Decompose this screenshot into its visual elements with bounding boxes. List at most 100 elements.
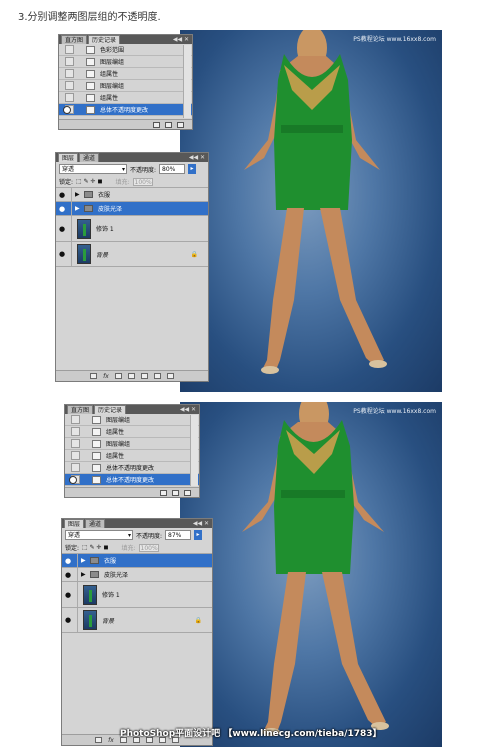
new-document-icon[interactable]	[153, 121, 160, 128]
group-icon[interactable]	[140, 373, 148, 379]
snapshot-checkbox[interactable]	[65, 45, 74, 54]
history-footer	[65, 487, 199, 497]
snapshot-checkbox[interactable]	[71, 439, 80, 448]
history-step-icon	[92, 439, 101, 448]
lock-row: 锁定: ⬚ ✎ ✛ ◼ 填充: 100%	[62, 542, 212, 553]
scrollbar[interactable]	[183, 45, 191, 118]
tab-histogram[interactable]: 直方图	[67, 405, 94, 414]
panel-header: 直方图 历史记录 ◀◀ ✕	[65, 405, 199, 414]
history-step-icon	[92, 415, 101, 424]
history-item[interactable]: 图层编组	[59, 56, 192, 68]
layer-group-clothes-selected[interactable]: ● ▶ 衣服	[62, 553, 212, 567]
opacity-label: 不透明度:	[136, 532, 163, 540]
history-item[interactable]: 图层编组	[59, 80, 192, 92]
opacity-slider-button[interactable]: ▸	[188, 164, 197, 174]
tab-histogram[interactable]: 直方图	[61, 35, 88, 44]
panel-header: 直方图 历史记录 ◀◀ ✕	[59, 35, 192, 44]
expand-triangle-icon[interactable]: ▶	[75, 205, 81, 212]
lock-buttons[interactable]: ⬚ ✎ ✛ ◼	[82, 544, 108, 551]
fx-icon[interactable]: fx	[103, 373, 109, 380]
opacity-input[interactable]: 80%	[159, 164, 186, 174]
eye-icon[interactable]: ●	[59, 225, 69, 233]
tab-layers[interactable]: 图层	[64, 519, 85, 528]
layer-thumbnail	[77, 244, 91, 264]
tab-layers[interactable]: 图层	[58, 153, 79, 162]
expand-triangle-icon[interactable]: ▶	[75, 191, 81, 198]
layer-retouch[interactable]: ● 修饰 1	[62, 581, 212, 607]
opacity-slider-button[interactable]: ▸	[194, 530, 203, 540]
fx-icon[interactable]: fx	[108, 737, 114, 744]
snapshot-checkbox[interactable]	[71, 427, 80, 436]
expand-triangle-icon[interactable]: ▶	[81, 557, 87, 564]
history-item[interactable]: 组属性	[59, 92, 192, 104]
history-item[interactable]: 图层编组	[65, 414, 199, 426]
eye-icon[interactable]: ●	[65, 591, 75, 599]
model-figure-top	[244, 30, 387, 374]
snapshot-icon[interactable]	[165, 121, 172, 128]
snapshot-checkbox[interactable]	[65, 93, 74, 102]
layer-group-clothes[interactable]: ● ▶ 衣服	[56, 187, 208, 201]
panel-controls[interactable]: ◀◀ ✕	[173, 35, 189, 44]
fill-input[interactable]: 100%	[132, 177, 153, 186]
history-item[interactable]: 色彩范围	[59, 44, 192, 56]
lock-icon: 🔒	[190, 250, 198, 258]
lock-buttons[interactable]: ⬚ ✎ ✛ ◼	[76, 178, 102, 185]
history-item[interactable]: 图层编组	[65, 438, 199, 450]
tab-history[interactable]: 历史记录	[94, 405, 127, 414]
history-step-icon	[92, 463, 101, 472]
snapshot-checkbox[interactable]	[65, 57, 74, 66]
fill-input[interactable]: 100%	[138, 543, 159, 552]
panel-controls[interactable]: ◀◀ ✕	[180, 405, 196, 414]
history-step-icon	[86, 69, 95, 78]
layers-panel-top[interactable]: 图层 通道 ◀◀ ✕ 穿透 不透明度: 80% ▸ 锁定: ⬚ ✎ ✛ ◼ 填充…	[55, 152, 209, 382]
snapshot-icon[interactable]	[172, 489, 179, 496]
history-item-selected[interactable]: 总体不透明度更改	[65, 474, 199, 486]
expand-triangle-icon[interactable]: ▶	[81, 571, 87, 578]
mask-icon[interactable]	[114, 373, 122, 379]
eye-icon[interactable]: ●	[59, 250, 69, 258]
blend-mode-select[interactable]: 穿透	[65, 530, 133, 541]
trash-icon[interactable]	[184, 489, 191, 496]
eye-icon[interactable]: ●	[65, 616, 75, 624]
snapshot-checkbox[interactable]	[65, 69, 74, 78]
history-item[interactable]: 组属性	[59, 68, 192, 80]
snapshot-checkbox[interactable]	[71, 451, 80, 460]
tab-history[interactable]: 历史记录	[88, 35, 121, 44]
tab-channels[interactable]: 通道	[79, 153, 100, 162]
layer-name: 衣服	[98, 192, 111, 199]
history-panel-bottom[interactable]: 直方图 历史记录 ◀◀ ✕ 图层编组 组属性 图层编组 组属性 总体不透明度更改…	[64, 404, 200, 498]
snapshot-checkbox[interactable]	[71, 463, 80, 472]
opacity-input[interactable]: 87%	[165, 530, 192, 540]
layer-group-skin[interactable]: ● ▶ 皮肤光泽	[62, 567, 212, 581]
layer-background[interactable]: ● 背景 🔒	[56, 241, 208, 267]
history-step-icon	[92, 475, 101, 484]
history-item[interactable]: 组属性	[65, 450, 199, 462]
trash-icon[interactable]	[166, 373, 174, 379]
history-item-selected[interactable]: 总体不透明度更改	[59, 104, 192, 116]
scrollbar[interactable]	[190, 415, 198, 486]
layer-group-skin-selected[interactable]: ● ▶ 皮肤光泽	[56, 201, 208, 215]
snapshot-checkbox[interactable]	[71, 415, 80, 424]
history-item[interactable]: 总体不透明度更改	[65, 462, 199, 474]
eye-icon[interactable]: ●	[65, 557, 75, 565]
layer-background[interactable]: ● 背景 🔒	[62, 607, 212, 633]
trash-icon[interactable]	[177, 121, 184, 128]
panel-controls[interactable]: ◀◀ ✕	[189, 153, 205, 162]
layers-footer: fx	[56, 370, 208, 381]
blend-mode-select[interactable]: 穿透	[59, 164, 127, 175]
panel-controls[interactable]: ◀◀ ✕	[193, 519, 209, 528]
history-panel-top[interactable]: 直方图 历史记录 ◀◀ ✕ 色彩范围 图层编组 组属性 图层编组 组属性 总体不…	[58, 34, 193, 130]
new-layer-icon[interactable]	[153, 373, 161, 379]
layer-retouch[interactable]: ● 修饰 1	[56, 215, 208, 241]
link-icon[interactable]	[95, 737, 103, 743]
layers-panel-bottom[interactable]: 图层 通道 ◀◀ ✕ 穿透 不透明度: 87% ▸ 锁定: ⬚ ✎ ✛ ◼ 填充…	[61, 518, 213, 746]
eye-icon[interactable]: ●	[59, 191, 69, 199]
adjustment-icon[interactable]	[127, 373, 135, 379]
history-item[interactable]: 组属性	[65, 426, 199, 438]
eye-icon[interactable]: ●	[65, 571, 75, 579]
snapshot-checkbox[interactable]	[65, 81, 74, 90]
eye-icon[interactable]: ●	[59, 205, 69, 213]
tab-channels[interactable]: 通道	[85, 519, 106, 528]
new-document-icon[interactable]	[160, 489, 167, 496]
link-icon[interactable]	[90, 373, 98, 379]
